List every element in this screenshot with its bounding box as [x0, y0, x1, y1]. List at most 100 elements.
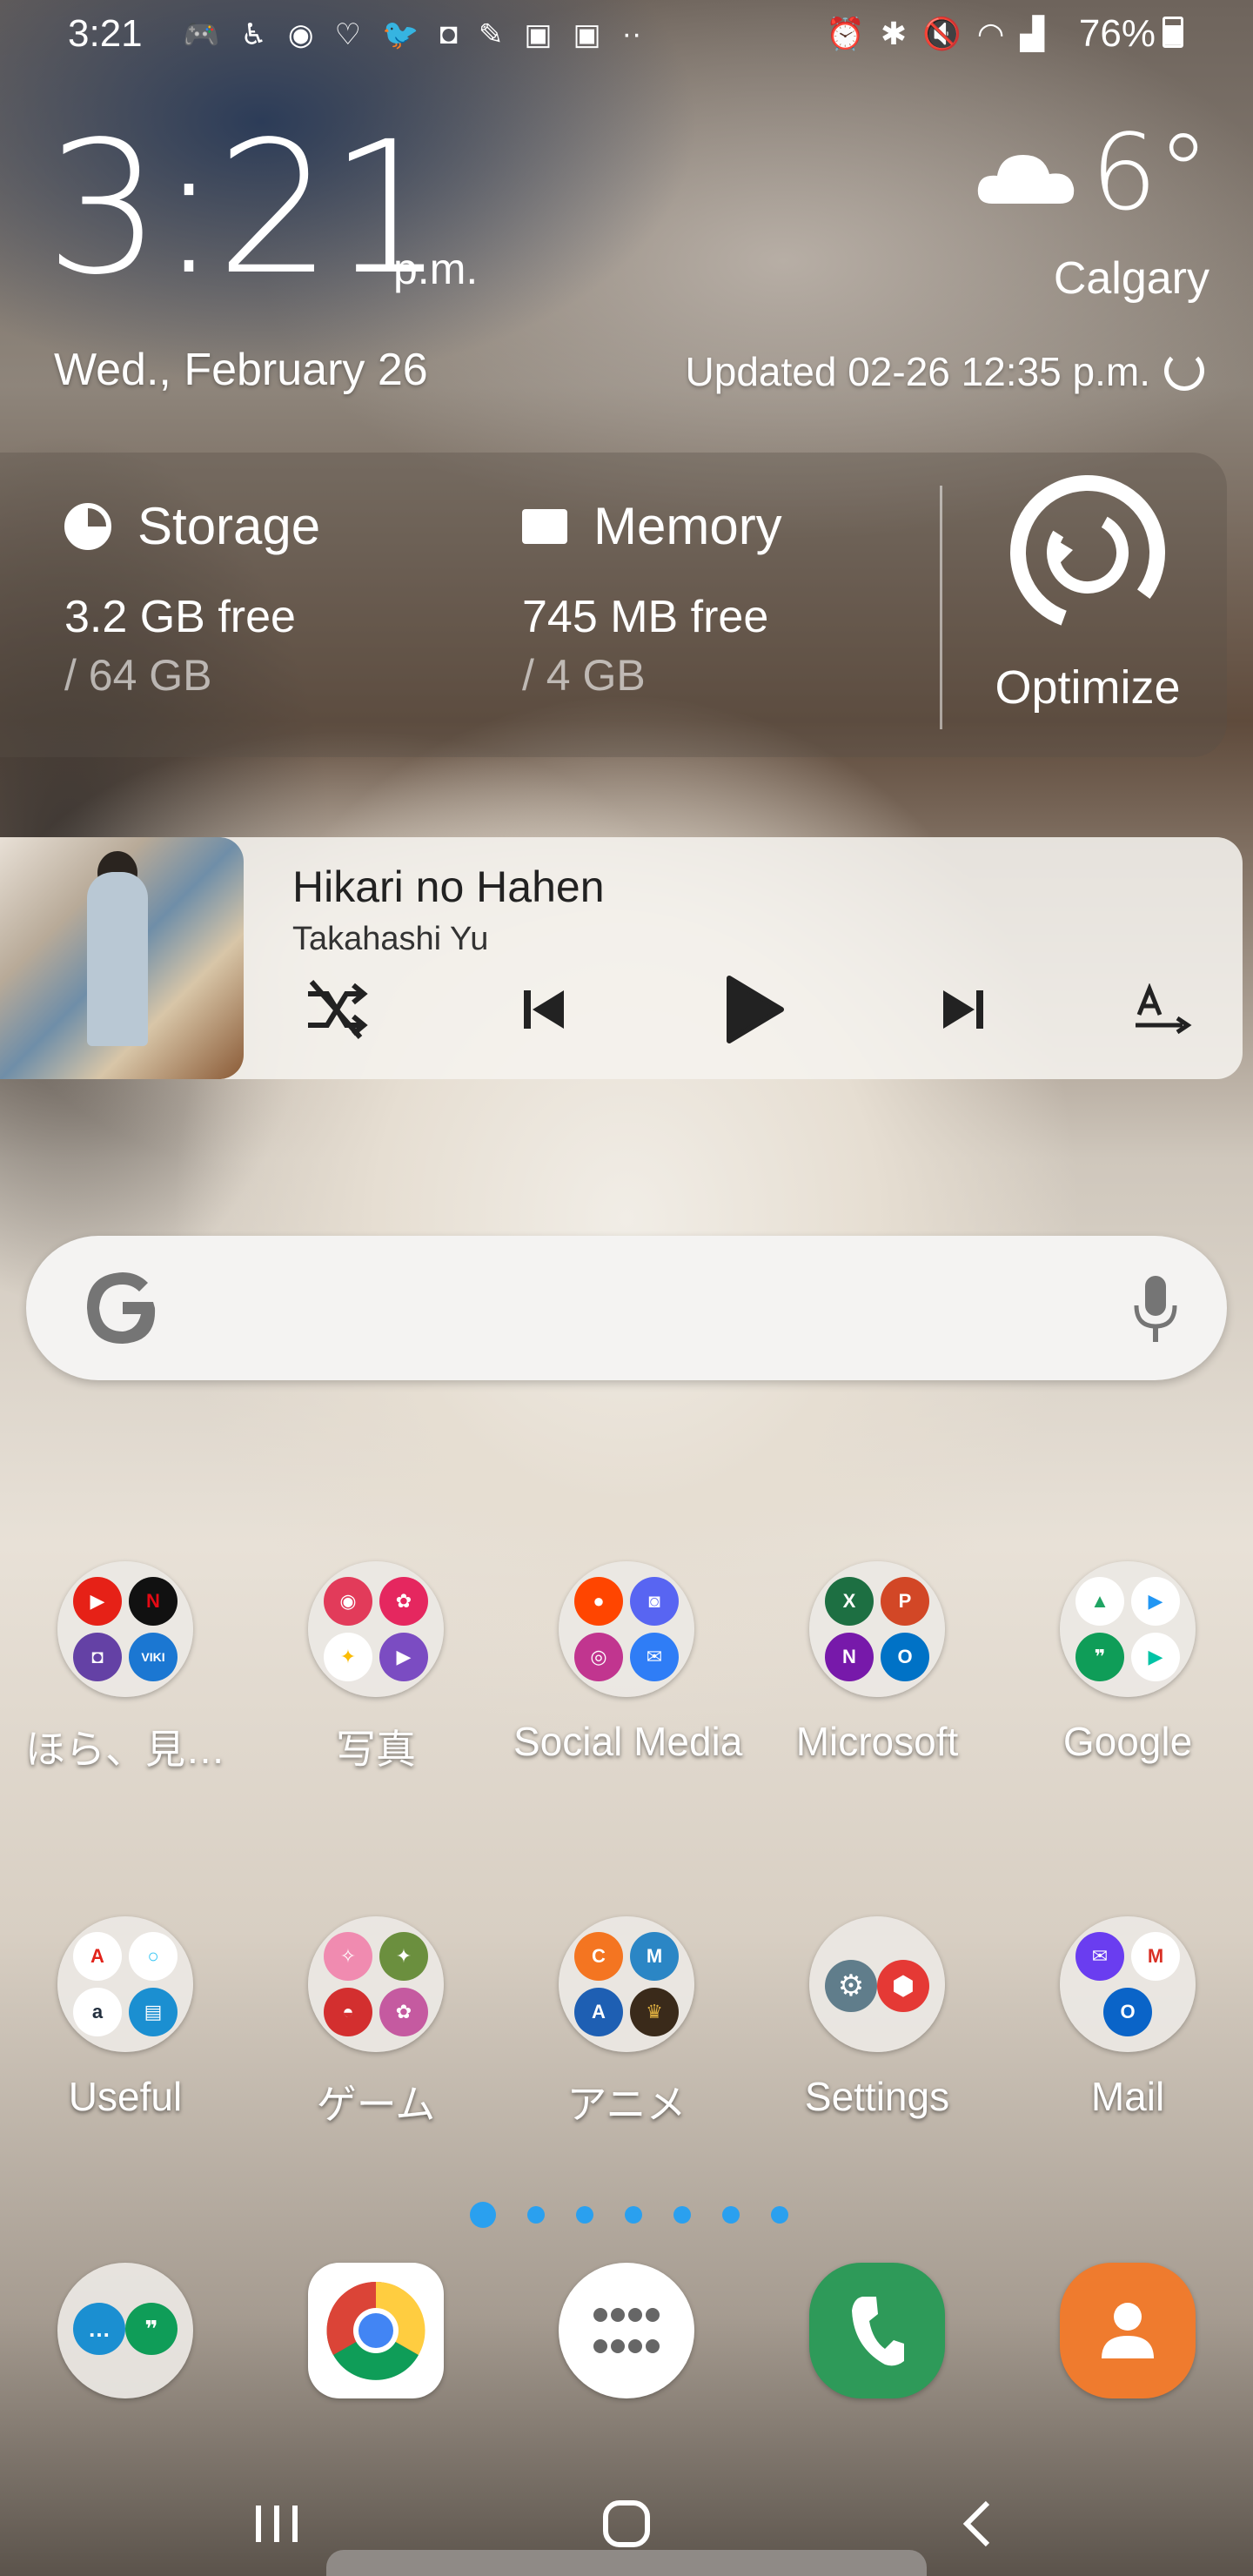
phone-icon: [809, 2263, 945, 2398]
dock-phone[interactable]: [809, 2263, 945, 2398]
battery-indicator: 76%: [1079, 12, 1183, 56]
folder-microsoft[interactable]: X P N O Microsoft: [764, 1561, 990, 1765]
dock-messaging-folder[interactable]: … ❞: [57, 2263, 193, 2398]
shuffle-off-icon: [308, 980, 368, 1039]
album-art[interactable]: [0, 837, 244, 1079]
gear-icon: ⚙: [825, 1960, 877, 2012]
folder-anime[interactable]: C M A ♛ アニメ: [513, 1916, 740, 2130]
play-button[interactable]: [710, 966, 797, 1053]
clock-widget[interactable]: 3:21 p.m. Wed., February 26: [45, 102, 478, 396]
refresh-icon[interactable]: [1164, 351, 1204, 391]
dock-chrome[interactable]: [308, 2263, 444, 2398]
storage-free: 3.2 GB free: [64, 592, 296, 642]
status-bar: 3:21 🎮 ♿ ◉ ♡ 🐦 ◘ ✎ ▣ ▣ ·· ⏰ ✱ 🔇 ◠ ▟ 76%: [0, 0, 1253, 75]
previous-button[interactable]: [501, 966, 588, 1053]
folder-mail[interactable]: ✉ M O Mail: [1015, 1916, 1241, 2120]
gallery-icon: ✿: [379, 1577, 428, 1626]
clock-ampm: p.m.: [393, 245, 479, 293]
page-dot: [722, 2206, 740, 2224]
shuffle-button[interactable]: [292, 966, 379, 1053]
page-dot: [527, 2206, 545, 2224]
storage-block[interactable]: Storage 3.2 GB free / 64 GB: [64, 496, 320, 701]
gesture-handle[interactable]: [326, 2550, 927, 2576]
play-icon: [727, 976, 784, 1043]
folder-google[interactable]: ▲ ▶ ❞ ▶ Google: [1015, 1561, 1241, 1765]
app-label: ほら、見…: [25, 1727, 225, 1772]
app-label: ゲーム: [316, 2082, 436, 2127]
hangouts-icon: ❞: [1075, 1633, 1124, 1681]
page-indicator[interactable]: [470, 2202, 788, 2228]
previous-icon: [524, 990, 564, 1029]
album-art-figure: [87, 872, 148, 1046]
contacts-icon: [1060, 2263, 1196, 2398]
dots-grid: [593, 2308, 660, 2353]
folder-games[interactable]: ✧ ✦ ◓ ✿ ゲーム: [263, 1916, 489, 2130]
chrome-icon: [308, 2263, 444, 2398]
device-care-widget[interactable]: Storage 3.2 GB free / 64 GB Memory 745 M…: [0, 453, 1227, 757]
chrome-logo: [326, 2281, 425, 2380]
folder-icon: C M A ♛: [559, 1916, 694, 2052]
divider: [940, 486, 942, 729]
app-label: アニメ: [566, 2082, 687, 2127]
discord-icon: ◙: [630, 1577, 679, 1626]
excel-icon: X: [825, 1577, 874, 1626]
recents-button[interactable]: [224, 2480, 329, 2567]
wifi-icon: ◠: [976, 16, 1005, 51]
twitch-icon: ◘: [73, 1633, 122, 1681]
back-button[interactable]: [926, 2480, 1030, 2567]
battery-icon: [1163, 17, 1183, 48]
play-store-icon: ▶: [1131, 1633, 1180, 1681]
storage-label: Storage: [137, 497, 321, 555]
folder-icon: ✉ M O: [1060, 1916, 1196, 2052]
folder-icon: ◉ ✿ ✦ ▶: [308, 1561, 444, 1697]
microphone-icon[interactable]: [1131, 1272, 1180, 1345]
app-label: Mail: [1090, 2074, 1165, 2119]
folder-icon: ▲ ▶ ❞ ▶: [1060, 1561, 1196, 1697]
weather-widget[interactable]: 6° Calgary: [977, 122, 1209, 305]
back-icon: [962, 2500, 990, 2547]
signal-icon: ▟: [1020, 16, 1044, 51]
alarm-icon: ⏰: [826, 16, 865, 51]
hangouts-icon: ❞: [125, 2303, 178, 2355]
folder-social-media[interactable]: ● ◙ ◎ ✉ Social Media: [513, 1561, 743, 1765]
handset: [852, 2297, 904, 2366]
folder-useful[interactable]: A ○ a ▤ Useful: [12, 1916, 238, 2120]
folder-icon: ✧ ✦ ◓ ✿: [308, 1916, 444, 2052]
folder-icon: ⚙ ⬢: [809, 1916, 945, 2052]
dock-app-drawer[interactable]: [559, 2263, 694, 2398]
camera-icon: ◉: [324, 1577, 372, 1626]
gmail-icon: M: [1131, 1932, 1180, 1981]
app-label: Settings: [804, 2074, 950, 2119]
folder-watch[interactable]: ▶ N ◘ VIKI ほら、見…: [12, 1561, 238, 1775]
memory-free: 745 MB free: [522, 592, 769, 642]
reddit-icon: ●: [574, 1577, 623, 1626]
memory-block[interactable]: Memory 745 MB free / 4 GB: [522, 496, 782, 701]
google-search-bar[interactable]: [26, 1236, 1227, 1380]
weather-updated[interactable]: Updated 02-26 12:35 p.m.: [686, 348, 1204, 395]
folder-icon: ▶ N ◘ VIKI: [57, 1561, 193, 1697]
dock-contacts[interactable]: [1060, 2263, 1196, 2398]
lyrics-button[interactable]: [1119, 966, 1206, 1053]
folder-photos[interactable]: ◉ ✿ ✦ ▶ 写真: [263, 1561, 489, 1775]
app-label: Useful: [68, 2074, 183, 2119]
memory-total: / 4 GB: [522, 651, 646, 700]
instagram-icon: ◎: [574, 1633, 623, 1681]
music-widget[interactable]: Hikari no Hahen Takahashi Yu: [0, 837, 1243, 1079]
manga-rock-icon: M: [630, 1932, 679, 1981]
app-label: Social Media: [513, 1719, 743, 1764]
folder-settings[interactable]: ⚙ ⬢ Settings: [764, 1916, 990, 2120]
alexa-icon: ○: [129, 1932, 178, 1981]
crown-icon: ♛: [630, 1988, 679, 2036]
page-dot: [673, 2206, 691, 2224]
clock-time: 3:21: [45, 102, 446, 315]
optimize-button[interactable]: Optimize: [975, 470, 1201, 714]
google-photos-icon: ✦: [324, 1633, 372, 1681]
folder-icon: A ○ a ▤: [57, 1916, 193, 2052]
bluetooth-icon: ✱: [880, 16, 908, 51]
page-dot: [625, 2206, 642, 2224]
next-button[interactable]: [919, 966, 1006, 1053]
optimize-icon: [1010, 475, 1165, 630]
app-label: Microsoft: [795, 1719, 959, 1764]
google-g-icon: [87, 1272, 156, 1344]
memory-icon: [522, 508, 567, 544]
